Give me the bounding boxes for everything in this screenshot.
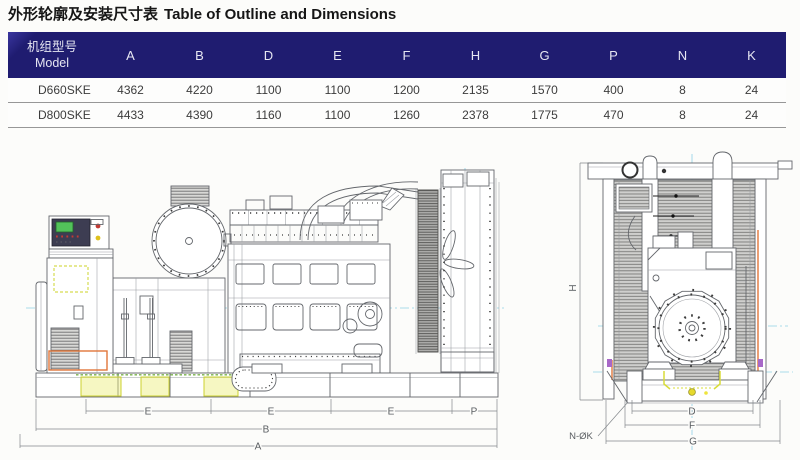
header-model-en: Model (8, 55, 96, 71)
row-value: 1570 (510, 78, 579, 103)
header-col-h: H (441, 32, 510, 78)
dimension-table: 机组型号 Model A B D E F H G P N K D660SKE 4… (8, 32, 786, 128)
dim-label-b: B (263, 425, 270, 436)
header-col-k: K (717, 32, 786, 78)
row-value: 4220 (165, 78, 234, 103)
header-col-e: E (303, 32, 372, 78)
row-value: 1200 (372, 78, 441, 103)
row-value: 2378 (441, 103, 510, 128)
dim-label-g: G (689, 437, 697, 448)
row-value: 1100 (234, 78, 303, 103)
engine-block (228, 196, 390, 373)
header-col-n: N (648, 32, 717, 78)
dim-label-p: P (471, 407, 478, 418)
table-row: D800SKE 4433 4390 1160 1100 1260 2378 17… (8, 103, 786, 128)
exhaust-piping (300, 182, 418, 240)
header-col-b: B (165, 32, 234, 78)
page-title-zh: 外形轮廓及安装尺寸表 (8, 6, 158, 23)
radiator (416, 170, 499, 373)
row-value: 470 (579, 103, 648, 128)
row-value: 1775 (510, 103, 579, 128)
dim-label-e3: E (388, 407, 395, 418)
row-value: 8 (648, 78, 717, 103)
header-model-zh: 机组型号 (8, 39, 96, 55)
end-view-dimensions: D F G N-ØK (569, 400, 780, 448)
header-col-f: F (372, 32, 441, 78)
control-cabinet (47, 216, 113, 373)
dim-label-d: D (688, 407, 695, 418)
dim-label-e2: E (268, 407, 275, 418)
row-value: 1100 (303, 78, 372, 103)
air-cleaner (152, 186, 231, 278)
row-model: D660SKE (8, 78, 96, 103)
control-screen (56, 222, 73, 232)
row-value: 1260 (372, 103, 441, 128)
exhaust-outlet (623, 163, 638, 178)
row-value: 4390 (165, 103, 234, 128)
header-col-a: A (96, 32, 165, 78)
yellow-button (96, 236, 101, 241)
dim-label-h: H (568, 284, 579, 291)
end-view-drawing: H (553, 148, 800, 458)
row-value: 4433 (96, 103, 165, 128)
header-col-d: D (234, 32, 303, 78)
row-value: 400 (579, 78, 648, 103)
row-value: 24 (717, 103, 786, 128)
h-dimension: H (568, 163, 603, 400)
row-value: 24 (717, 78, 786, 103)
header-col-g: G (510, 32, 579, 78)
dim-label-e1: E (145, 407, 152, 418)
row-value: 1160 (234, 103, 303, 128)
dim-label-a: A (255, 442, 262, 453)
row-value: 1100 (303, 103, 372, 128)
dim-label-nk: N-ØK (569, 431, 593, 442)
row-value: 2135 (441, 78, 510, 103)
table-row: D660SKE 4362 4220 1100 1100 1200 2135 15… (8, 78, 786, 103)
page-title: 外形轮廓及安装尺寸表 Table of Outline and Dimension… (8, 3, 396, 24)
row-model: D800SKE (8, 103, 96, 128)
side-view-dimensions: E E E P B A (20, 399, 497, 453)
header-col-p: P (579, 32, 648, 78)
row-value: 8 (648, 103, 717, 128)
header-model: 机组型号 Model (8, 32, 96, 78)
dim-label-f: F (689, 421, 695, 432)
row-value: 4362 (96, 78, 165, 103)
page-title-en: Table of Outline and Dimensions (164, 6, 396, 23)
dimension-table-header: 机组型号 Model A B D E F H G P N K (8, 32, 786, 78)
side-view-drawing: E E E P B A (18, 148, 520, 458)
